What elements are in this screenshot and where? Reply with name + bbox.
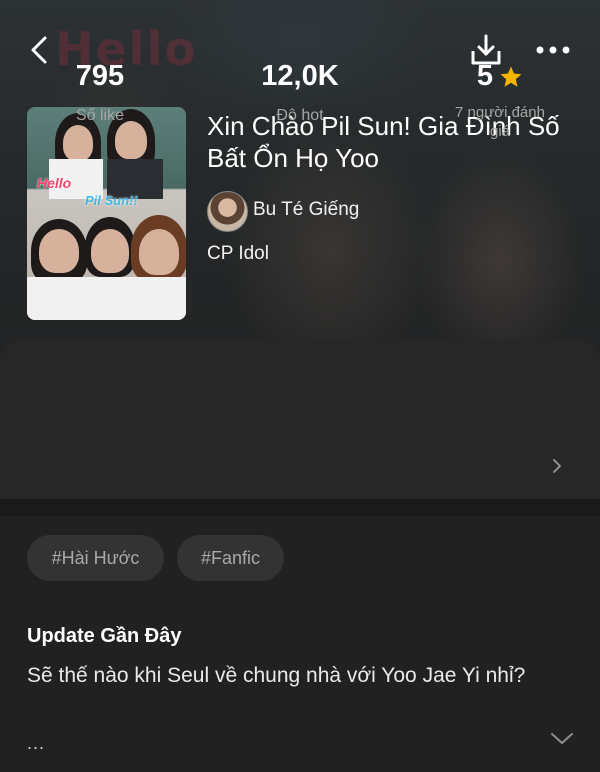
recent-update-heading: Update Gần Đây: [27, 625, 182, 647]
recent-update-text: Sẽ thế nào khi Seul về chung nhà với Yoo…: [27, 664, 526, 687]
author-avatar[interactable]: [207, 191, 248, 232]
rating-value: 5: [476, 60, 494, 92]
cover-text-hello: Hello: [37, 175, 72, 191]
tag-fanfic[interactable]: #Fanfic: [177, 535, 284, 581]
rating-count-label: 7 người đánh giá: [455, 104, 545, 140]
tag-hai-huoc[interactable]: #Hài Hước: [27, 535, 164, 581]
star-icon: [500, 66, 522, 87]
hot-stat: 12,0K Độ hot: [230, 60, 370, 125]
story-cover-image[interactable]: Hello Pil Sun!!: [27, 107, 186, 320]
story-genre[interactable]: CP Idol: [207, 243, 269, 265]
section-divider: [0, 499, 600, 516]
chevron-right-icon[interactable]: [551, 458, 563, 474]
likes-label: Số like: [75, 107, 125, 124]
expand-chevron-down-icon[interactable]: [549, 730, 575, 746]
more-horizontal-icon: [536, 46, 570, 54]
likes-stat: 795 Số like: [50, 60, 150, 125]
hot-label: Độ hot: [276, 107, 324, 124]
hot-count: 12,0K: [261, 60, 339, 92]
rating-stat[interactable]: 5 7 người đánh giá: [450, 60, 550, 141]
author-name[interactable]: Bu Té Giếng: [253, 199, 359, 221]
likes-count: 795: [75, 60, 125, 92]
cover-text-pilsun: Pil Sun!!: [85, 193, 138, 208]
chevron-left-icon: [31, 36, 47, 64]
recent-update-ellipsis: ...: [27, 733, 46, 753]
stats-card: [0, 341, 600, 499]
